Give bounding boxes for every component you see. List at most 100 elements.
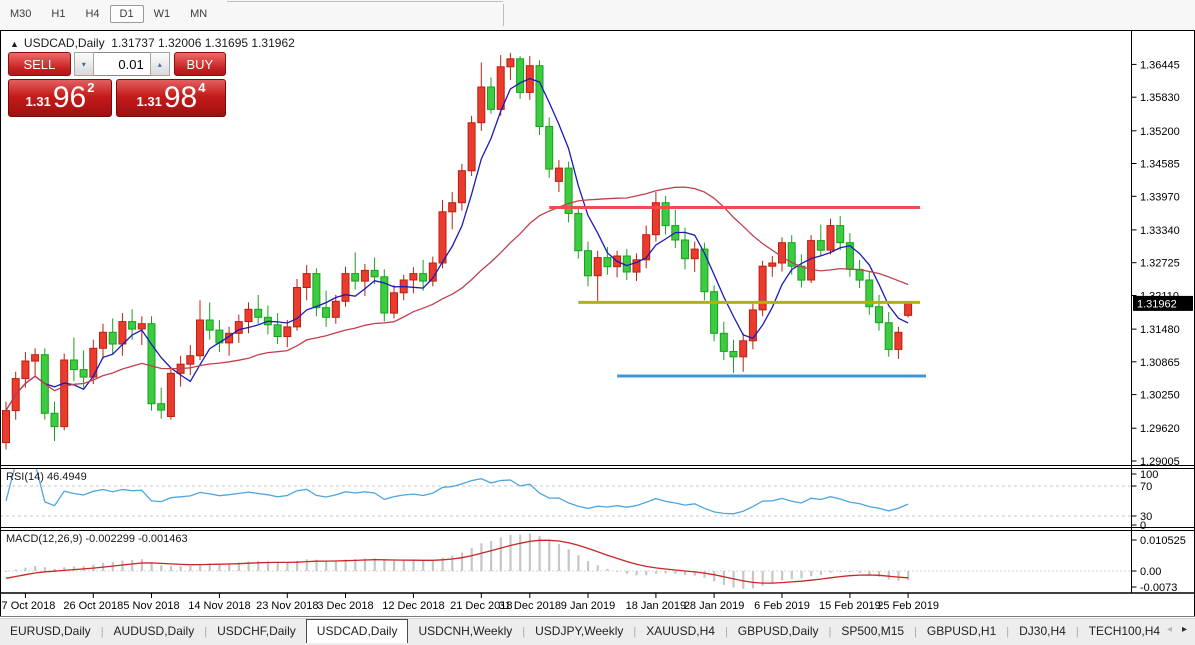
- lot-decrease-button[interactable]: ▾: [73, 52, 94, 76]
- candle: [554, 160, 563, 193]
- macd-histogram-bar: [810, 571, 813, 577]
- ma-fast-line[interactable]: [5, 77, 909, 411]
- candle: [642, 225, 651, 269]
- time-axis[interactable]: 17 Oct 2018 26 Oct 2018 5 Nov 2018 14 Nov 2…: [0, 593, 939, 612]
- chart-tab-dj30[interactable]: DJ30,H4: [1009, 619, 1076, 642]
- macd-histogram-bar: [150, 562, 153, 571]
- sell-price-button[interactable]: 1.31 96 2: [8, 79, 112, 117]
- candle: [157, 387, 166, 419]
- date-tick-label: 26 Oct 2018: [63, 600, 123, 612]
- chart-tab-sp500[interactable]: SP500,M15: [831, 619, 914, 642]
- macd-histogram-bar: [431, 560, 434, 571]
- buy-button[interactable]: BUY: [173, 52, 226, 76]
- rsi-tick-label: 0: [1140, 520, 1146, 532]
- candle: [748, 304, 757, 350]
- candle: [545, 117, 554, 178]
- chart-tab-gbpusd[interactable]: GBPUSD,H1: [917, 619, 1006, 642]
- candle: [836, 216, 845, 251]
- candle: [884, 312, 893, 357]
- macd-histogram-bar: [422, 560, 425, 571]
- chart-tab-tech100[interactable]: TECH100,H4: [1079, 619, 1170, 642]
- price-tick-label: 1.32725: [1140, 258, 1180, 270]
- macd-histogram-bar: [519, 534, 522, 571]
- chart-tab-usdcnh[interactable]: USDCNH,Weekly: [408, 619, 522, 642]
- candle: [380, 269, 389, 322]
- candle: [487, 77, 495, 114]
- macd-histogram-bar: [587, 561, 590, 571]
- macd-histogram-bar: [24, 567, 27, 571]
- candle: [467, 115, 476, 177]
- current-price-value: 1.31962: [1137, 298, 1177, 310]
- macd-tick-label: 0.010525: [1140, 535, 1186, 547]
- candle: [205, 302, 214, 340]
- macd-histogram-bar: [800, 571, 803, 579]
- price-tick-label: 1.30865: [1140, 357, 1180, 369]
- macd-histogram-bar: [402, 560, 405, 571]
- chart-tab-audusd[interactable]: AUDUSD,Daily: [104, 619, 205, 642]
- macd-histogram-bar: [34, 565, 37, 571]
- candle: [758, 260, 767, 317]
- macd-tick-label: 0.00: [1140, 566, 1161, 578]
- macd-histogram-bar: [887, 571, 890, 580]
- lot-size-input[interactable]: [93, 52, 150, 76]
- candle: [584, 241, 592, 287]
- candle: [661, 195, 670, 235]
- chart-tab-usdchf[interactable]: USDCHF,Daily: [207, 619, 306, 642]
- lot-increase-button[interactable]: ▴: [149, 52, 170, 76]
- sell-button[interactable]: SELL: [8, 52, 71, 76]
- candle: [613, 250, 622, 278]
- price-tick-label: 1.31480: [1140, 324, 1180, 336]
- macd-histogram-bar: [14, 569, 17, 571]
- macd-histogram-bar: [868, 571, 871, 575]
- candle: [351, 252, 360, 290]
- macd-histogram-bar: [393, 560, 396, 571]
- chart-title: ▲ USDCAD,Daily 1.31737 1.32006 1.31695 1.…: [10, 36, 295, 50]
- candle: [768, 256, 777, 277]
- chart-tab-gbpusd[interactable]: GBPUSD,Daily: [728, 619, 829, 642]
- chart-tab-eurusd[interactable]: EURUSD,Daily: [0, 619, 101, 642]
- candle: [457, 163, 466, 211]
- collapse-icon[interactable]: ▲: [10, 39, 19, 49]
- chart-tab-usdjpy[interactable]: USDJPY,Weekly: [525, 619, 633, 642]
- candle: [225, 326, 234, 356]
- macd-histogram-bar: [654, 571, 658, 574]
- candle: [845, 233, 854, 277]
- chart-tab-xauusd[interactable]: XAUUSD,H4: [636, 619, 725, 642]
- rsi-line: [5, 469, 909, 515]
- price-tick-label: 1.36445: [1140, 59, 1180, 71]
- candle: [875, 294, 883, 331]
- buy-price-button[interactable]: 1.31 98 4: [116, 79, 226, 117]
- symbol-title: USDCAD,Daily: [23, 36, 105, 50]
- macd-histogram-bar: [490, 540, 493, 571]
- macd-histogram-bar: [703, 571, 706, 578]
- macd-histogram-bar: [121, 560, 124, 571]
- date-tick-label: 25 Feb 2019: [877, 600, 939, 612]
- macd-histogram-bar: [751, 571, 755, 589]
- candle: [448, 192, 457, 230]
- chart-tab-bar: EURUSD,Daily | AUDUSD,Daily | USDCHF,Daily US…: [0, 618, 1195, 645]
- candle: [651, 192, 660, 242]
- rsi-caption: RSI(14) 46.4949: [6, 471, 87, 483]
- macd-histogram-bar: [858, 571, 861, 573]
- candle: [254, 294, 263, 324]
- rsi-tick-label: 70: [1140, 481, 1152, 493]
- tab-scroll-left-icon[interactable]: ◂: [1167, 624, 1172, 635]
- macd-histogram-bar: [790, 571, 793, 579]
- macd-histogram-bar: [635, 571, 638, 576]
- macd-histogram-bar: [160, 565, 163, 571]
- buy-price-pip: 4: [198, 80, 206, 95]
- candle: [302, 265, 311, 301]
- macd-histogram-bar: [509, 534, 512, 571]
- date-tick-label: 17 Oct 2018: [0, 600, 55, 612]
- tab-scroll-right-icon[interactable]: ▸: [1182, 624, 1187, 635]
- macd-histogram-bar: [548, 540, 551, 571]
- candle: [574, 206, 583, 259]
- candle: [593, 250, 602, 304]
- macd-histogram-bar: [199, 564, 202, 571]
- chart-tab-usdcad[interactable]: USDCAD,Daily: [305, 619, 409, 643]
- candle: [312, 268, 321, 317]
- price-tick-label: 1.29005: [1140, 456, 1180, 468]
- candle: [176, 355, 185, 387]
- macd-histogram-bar: [72, 566, 76, 571]
- price-axis[interactable]: 1.36445 1.35830 1.35200 1.34585 1.33970 1.333…: [6, 59, 1193, 594]
